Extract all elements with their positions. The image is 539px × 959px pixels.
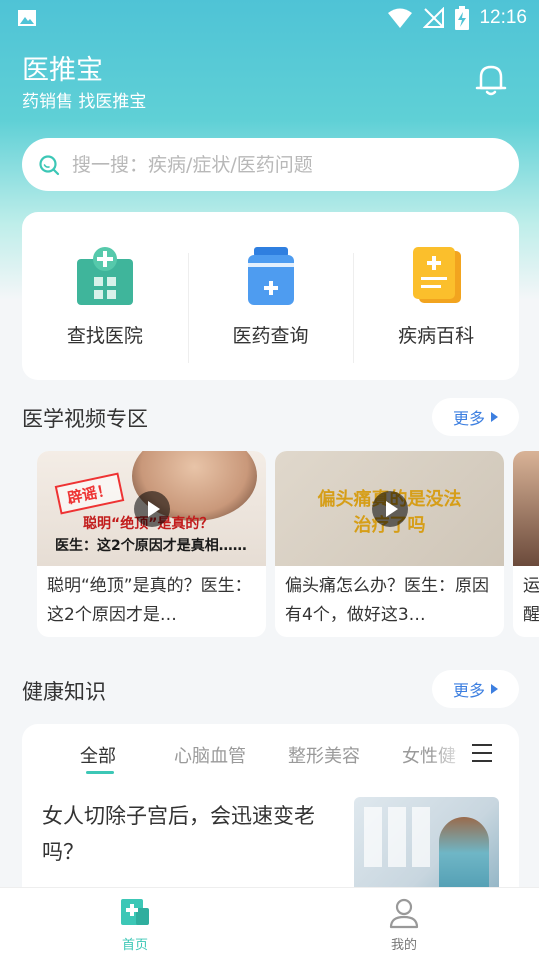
arrow-right-icon: [491, 412, 498, 422]
video-more-button[interactable]: 更多: [432, 398, 519, 436]
hospital-icon: [76, 246, 133, 305]
tab-cardio[interactable]: 心脑血管: [174, 742, 246, 768]
video-thumbnail: 偏头痛真的是没法 治疗了吗: [275, 451, 504, 566]
encyclopedia-icon: [413, 246, 462, 303]
category-tabs: 全部 心脑血管 整形美容 女性健: [22, 724, 519, 784]
quick-link-medicine-query[interactable]: 医药查询: [187, 245, 354, 363]
article-image[interactable]: [354, 797, 499, 897]
video-title: 聪明“绝顶”是真的？医生：这2个原因才是…: [47, 576, 252, 625]
no-signal-icon: [423, 7, 445, 28]
thumbnail-stamp: 辟谣！: [54, 472, 125, 515]
quick-link-find-hospital[interactable]: 查找医院: [22, 245, 188, 348]
status-time: 12:16: [479, 7, 527, 28]
app-title: 医推宝: [22, 55, 103, 86]
play-icon[interactable]: [133, 490, 170, 527]
tab-cosmetic[interactable]: 整形美容: [288, 742, 360, 768]
nav-label: 首页: [121, 938, 148, 953]
arrow-right-icon: [491, 684, 498, 694]
active-tab-indicator: [86, 771, 114, 774]
search-bar[interactable]: [22, 138, 519, 191]
quick-link-disease-encyclopedia[interactable]: 疾病百科: [353, 245, 519, 363]
gallery-notification-icon: [18, 10, 36, 26]
video-card[interactable]: 运醒: [513, 451, 539, 637]
video-card[interactable]: 辟谣！ 聪明“绝顶”是真的？ 医生：这2个原因才是真相…… 聪明“绝顶”是真的？…: [37, 451, 266, 637]
video-section-title: 医学视频专区: [22, 407, 148, 431]
health-more-button[interactable]: 更多: [432, 670, 519, 708]
nav-home[interactable]: 首页: [95, 896, 175, 953]
bottom-navigation: 首页 我的: [0, 887, 539, 959]
video-title: 运醒: [523, 576, 539, 625]
search-input[interactable]: [72, 153, 492, 176]
search-icon: [39, 154, 60, 175]
home-icon: [121, 899, 149, 925]
nav-label: 我的: [390, 938, 417, 953]
battery-charging-icon: [455, 6, 470, 30]
quick-link-label: 疾病百科: [398, 324, 475, 347]
quick-links-card: 查找医院 医药查询 疾病百科: [22, 212, 519, 380]
nav-profile[interactable]: 我的: [364, 896, 444, 953]
video-list[interactable]: 辟谣！ 聪明“绝顶”是真的？ 医生：这2个原因才是真相…… 聪明“绝顶”是真的？…: [37, 451, 539, 637]
thumbnail-caption: 医生：这2个原因才是真相……: [55, 538, 247, 554]
health-section-title: 健康知识: [22, 680, 106, 704]
bell-icon[interactable]: [472, 60, 510, 98]
video-card[interactable]: 偏头痛真的是没法 治疗了吗 偏头痛怎么办？医生：原因有4个，做好这3…: [275, 451, 504, 637]
user-icon: [389, 898, 419, 929]
article-title[interactable]: 女人切除子宫后，会迅速变老吗？: [42, 798, 342, 870]
wifi-icon: [388, 8, 413, 28]
status-bar: 12:16: [0, 0, 539, 36]
app-subtitle: 药销售 找医推宝: [22, 92, 147, 112]
video-title: 偏头痛怎么办？医生：原因有4个，做好这3…: [285, 576, 489, 625]
video-thumbnail: [513, 451, 539, 566]
video-thumbnail: 辟谣！ 聪明“绝顶”是真的？ 医生：这2个原因才是真相……: [37, 451, 266, 566]
play-icon[interactable]: [371, 490, 408, 527]
quick-link-label: 医药查询: [232, 324, 309, 347]
tab-all[interactable]: 全部: [80, 742, 116, 768]
quick-link-label: 查找医院: [66, 324, 143, 347]
more-label: 更多: [452, 409, 485, 428]
more-label: 更多: [452, 681, 485, 700]
medicine-icon: [247, 246, 294, 305]
menu-icon[interactable]: [472, 744, 492, 762]
